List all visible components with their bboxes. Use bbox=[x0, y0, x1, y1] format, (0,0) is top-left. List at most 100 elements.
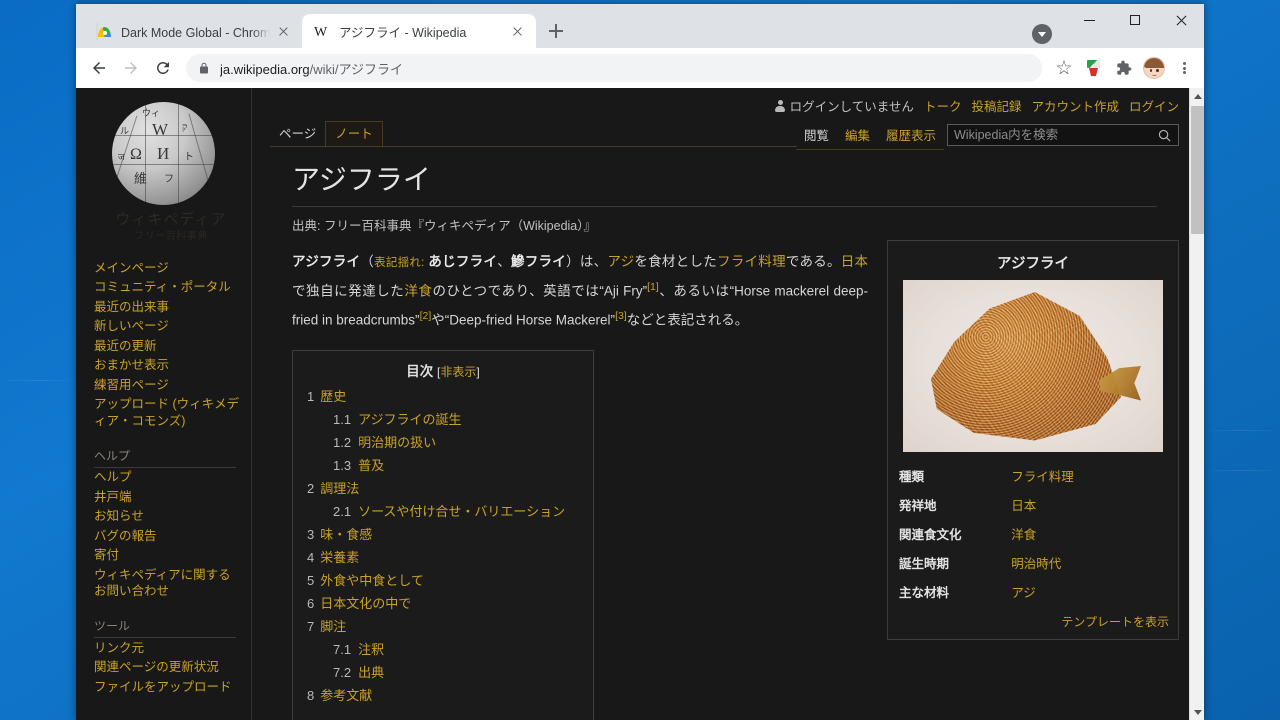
sidebar-item-bug-report[interactable]: バグの報告 bbox=[94, 526, 242, 546]
profile-chip-icon[interactable] bbox=[1032, 24, 1052, 44]
search-box[interactable] bbox=[947, 124, 1179, 146]
toc-link-taste[interactable]: 味・食感 bbox=[320, 527, 372, 542]
toc-item[interactable]: 1.1 アジフライの誕生 bbox=[305, 411, 581, 428]
tab-talk[interactable]: ノート bbox=[325, 121, 383, 148]
toc-link-notes[interactable]: 注釈 bbox=[358, 642, 384, 657]
body-content: アジフライ 種類 フライ料理 発祥地 日本 関連食文化 洋食 誕生時期 明治時代… bbox=[270, 240, 1179, 720]
reference-3[interactable]: [3] bbox=[615, 310, 627, 322]
maximize-button[interactable] bbox=[1112, 4, 1158, 36]
sidebar-item-upload-commons[interactable]: アップロード (ウィキメディア・コモンズ) bbox=[94, 395, 242, 431]
sidebar-item-recent-changes[interactable]: 最近の更新 bbox=[94, 336, 242, 356]
toc-link-eating-out[interactable]: 外食や中食として bbox=[320, 573, 424, 588]
infobox-header-cuisine[interactable]: 関連食文化 bbox=[897, 520, 1011, 549]
address-bar[interactable]: ja.wikipedia.org/wiki/アジフライ bbox=[186, 54, 1042, 82]
sidebar-item-help[interactable]: ヘルプ bbox=[94, 468, 242, 488]
toc-toggle-link[interactable]: 非表示 bbox=[440, 365, 476, 379]
toc-link-cooking[interactable]: 調理法 bbox=[320, 481, 359, 496]
sidebar-item-upload-file[interactable]: ファイルをアップロード bbox=[94, 677, 242, 697]
wikipedia-logo[interactable]: W Ω И 維 ק ト ル ज フ ウィ ウィキペディア フリー百科事典 bbox=[94, 90, 254, 250]
desktop-streak bbox=[1204, 430, 1280, 431]
puzzle-piece-icon[interactable] bbox=[1110, 54, 1138, 82]
star-icon[interactable] bbox=[1050, 54, 1078, 82]
toc-item[interactable]: 5 外食や中食として bbox=[305, 572, 581, 589]
toc-item[interactable]: 7.1 注釈 bbox=[305, 641, 581, 658]
toc-link-sources[interactable]: 出典 bbox=[358, 665, 384, 680]
search-icon[interactable] bbox=[1150, 125, 1178, 145]
toc-item[interactable]: 6 日本文化の中で bbox=[305, 595, 581, 612]
toc-item[interactable]: 7 脚注 bbox=[305, 618, 581, 635]
search-input[interactable] bbox=[948, 125, 1150, 145]
infobox-value-ingredients[interactable]: アジ bbox=[1011, 578, 1169, 607]
browser-tab-ajifurai-wikipedia[interactable]: W アジフライ - Wikipedia bbox=[302, 14, 536, 48]
lead-paragraph: アジフライ（表記揺れ: あじフライ、鰺フライ）は、アジを食材としたフライ料理であ… bbox=[292, 250, 868, 332]
sidebar-item-announcements[interactable]: お知らせ bbox=[94, 507, 242, 527]
forward-arrow-icon[interactable] bbox=[116, 53, 146, 83]
new-tab-button[interactable] bbox=[542, 17, 570, 45]
toc-link-footnotes[interactable]: 脚注 bbox=[320, 619, 346, 634]
tab-edit[interactable]: 編集 bbox=[836, 124, 878, 150]
toc-link-sauce[interactable]: ソースや付け合せ・バリエーション bbox=[358, 504, 565, 519]
toc-item[interactable]: 7.2 出典 bbox=[305, 664, 581, 681]
reference-2[interactable]: [2] bbox=[420, 310, 432, 322]
sidebar-item-related-changes[interactable]: 関連ページの更新状況 bbox=[94, 658, 242, 678]
link-fry-cuisine[interactable]: フライ料理 bbox=[717, 254, 786, 269]
personal-link-create-account[interactable]: アカウント作成 bbox=[1031, 96, 1119, 115]
toc-link-meiji[interactable]: 明治期の扱い bbox=[358, 435, 436, 450]
scroll-down-arrow-icon[interactable] bbox=[1190, 704, 1204, 720]
tab-history[interactable]: 履歴表示 bbox=[877, 124, 944, 150]
sidebar-item-main-page[interactable]: メインページ bbox=[94, 258, 242, 278]
infobox-value-cuisine[interactable]: 洋食 bbox=[1011, 520, 1169, 549]
personal-link-contributions[interactable]: 投稿記録 bbox=[971, 96, 1021, 115]
reload-icon[interactable] bbox=[148, 53, 178, 83]
show-template-link[interactable]: テンプレートを表示 bbox=[1061, 615, 1169, 629]
sidebar-item-sandbox[interactable]: 練習用ページ bbox=[94, 375, 242, 395]
avatar-icon[interactable] bbox=[1140, 54, 1168, 82]
sidebar-item-what-links-here[interactable]: リンク元 bbox=[94, 638, 242, 658]
toc-link-references[interactable]: 参考文献 bbox=[320, 688, 372, 703]
toc-item[interactable]: 2.1 ソースや付け合せ・バリエーション bbox=[305, 503, 581, 520]
back-arrow-icon[interactable] bbox=[84, 53, 114, 83]
toc-item[interactable]: 4 栄養素 bbox=[305, 549, 581, 566]
sidebar-item-donate[interactable]: 寄付 bbox=[94, 546, 242, 566]
sidebar-item-village-pump[interactable]: 井戸端 bbox=[94, 487, 242, 507]
toc-item[interactable]: 1.2 明治期の扱い bbox=[305, 434, 581, 451]
tab-page[interactable]: ページ bbox=[270, 122, 325, 147]
toc-link-spread[interactable]: 普及 bbox=[358, 458, 384, 473]
three-dot-menu-icon[interactable] bbox=[1170, 54, 1198, 82]
sidebar-item-contact[interactable]: ウィキペディアに関するお問い合わせ bbox=[94, 565, 242, 601]
lead-variant-1: あじフライ bbox=[428, 254, 498, 269]
reference-1[interactable]: [1] bbox=[647, 281, 659, 293]
sidebar-item-random-page[interactable]: おまかせ表示 bbox=[94, 356, 242, 376]
infobox-value-origin[interactable]: 日本 bbox=[1011, 491, 1169, 520]
browser-tab-dark-mode-global[interactable]: Dark Mode Global - Chrome ウェ bbox=[84, 14, 302, 48]
toc-item[interactable]: 3 味・食感 bbox=[305, 526, 581, 543]
toc-item[interactable]: 2 調理法 bbox=[305, 480, 581, 497]
sidebar-item-recent-events[interactable]: 最近の出来事 bbox=[94, 297, 242, 317]
toc-link-culture[interactable]: 日本文化の中で bbox=[320, 596, 411, 611]
link-aji[interactable]: アジ bbox=[607, 254, 634, 269]
paint-roller-icon[interactable] bbox=[1080, 54, 1108, 82]
toc-item[interactable]: 1.3 普及 bbox=[305, 457, 581, 474]
tab-read[interactable]: 閲覧 bbox=[795, 124, 837, 150]
toc-link-history[interactable]: 歴史 bbox=[320, 389, 346, 404]
infobox-value-type[interactable]: フライ料理 bbox=[1011, 462, 1169, 491]
link-yoshoku[interactable]: 洋食 bbox=[404, 284, 432, 299]
page-scrollbar[interactable] bbox=[1189, 88, 1204, 720]
sidebar-item-community-portal[interactable]: コミュニティ・ポータル bbox=[94, 278, 242, 298]
toc-item[interactable]: 1 歴史 bbox=[305, 388, 581, 405]
minimize-button[interactable] bbox=[1066, 4, 1112, 36]
sidebar-item-new-pages[interactable]: 新しいページ bbox=[94, 317, 242, 337]
close-button[interactable] bbox=[1158, 4, 1204, 36]
infobox-value-era[interactable]: 明治時代 bbox=[1011, 549, 1169, 578]
link-japan[interactable]: 日本 bbox=[841, 254, 868, 269]
toc-link-nutrition[interactable]: 栄養素 bbox=[320, 550, 359, 565]
scroll-up-arrow-icon[interactable] bbox=[1190, 88, 1204, 104]
toc-link-birth[interactable]: アジフライの誕生 bbox=[358, 412, 461, 427]
personal-link-login[interactable]: ログイン bbox=[1129, 96, 1179, 115]
toc-item[interactable]: 8 参考文献 bbox=[305, 687, 581, 704]
tab-close-icon[interactable] bbox=[274, 22, 292, 40]
tab-close-icon[interactable] bbox=[508, 22, 526, 40]
personal-link-talk[interactable]: トーク bbox=[924, 96, 962, 115]
scrollbar-thumb[interactable] bbox=[1191, 106, 1204, 234]
infobox-image[interactable] bbox=[903, 280, 1163, 452]
